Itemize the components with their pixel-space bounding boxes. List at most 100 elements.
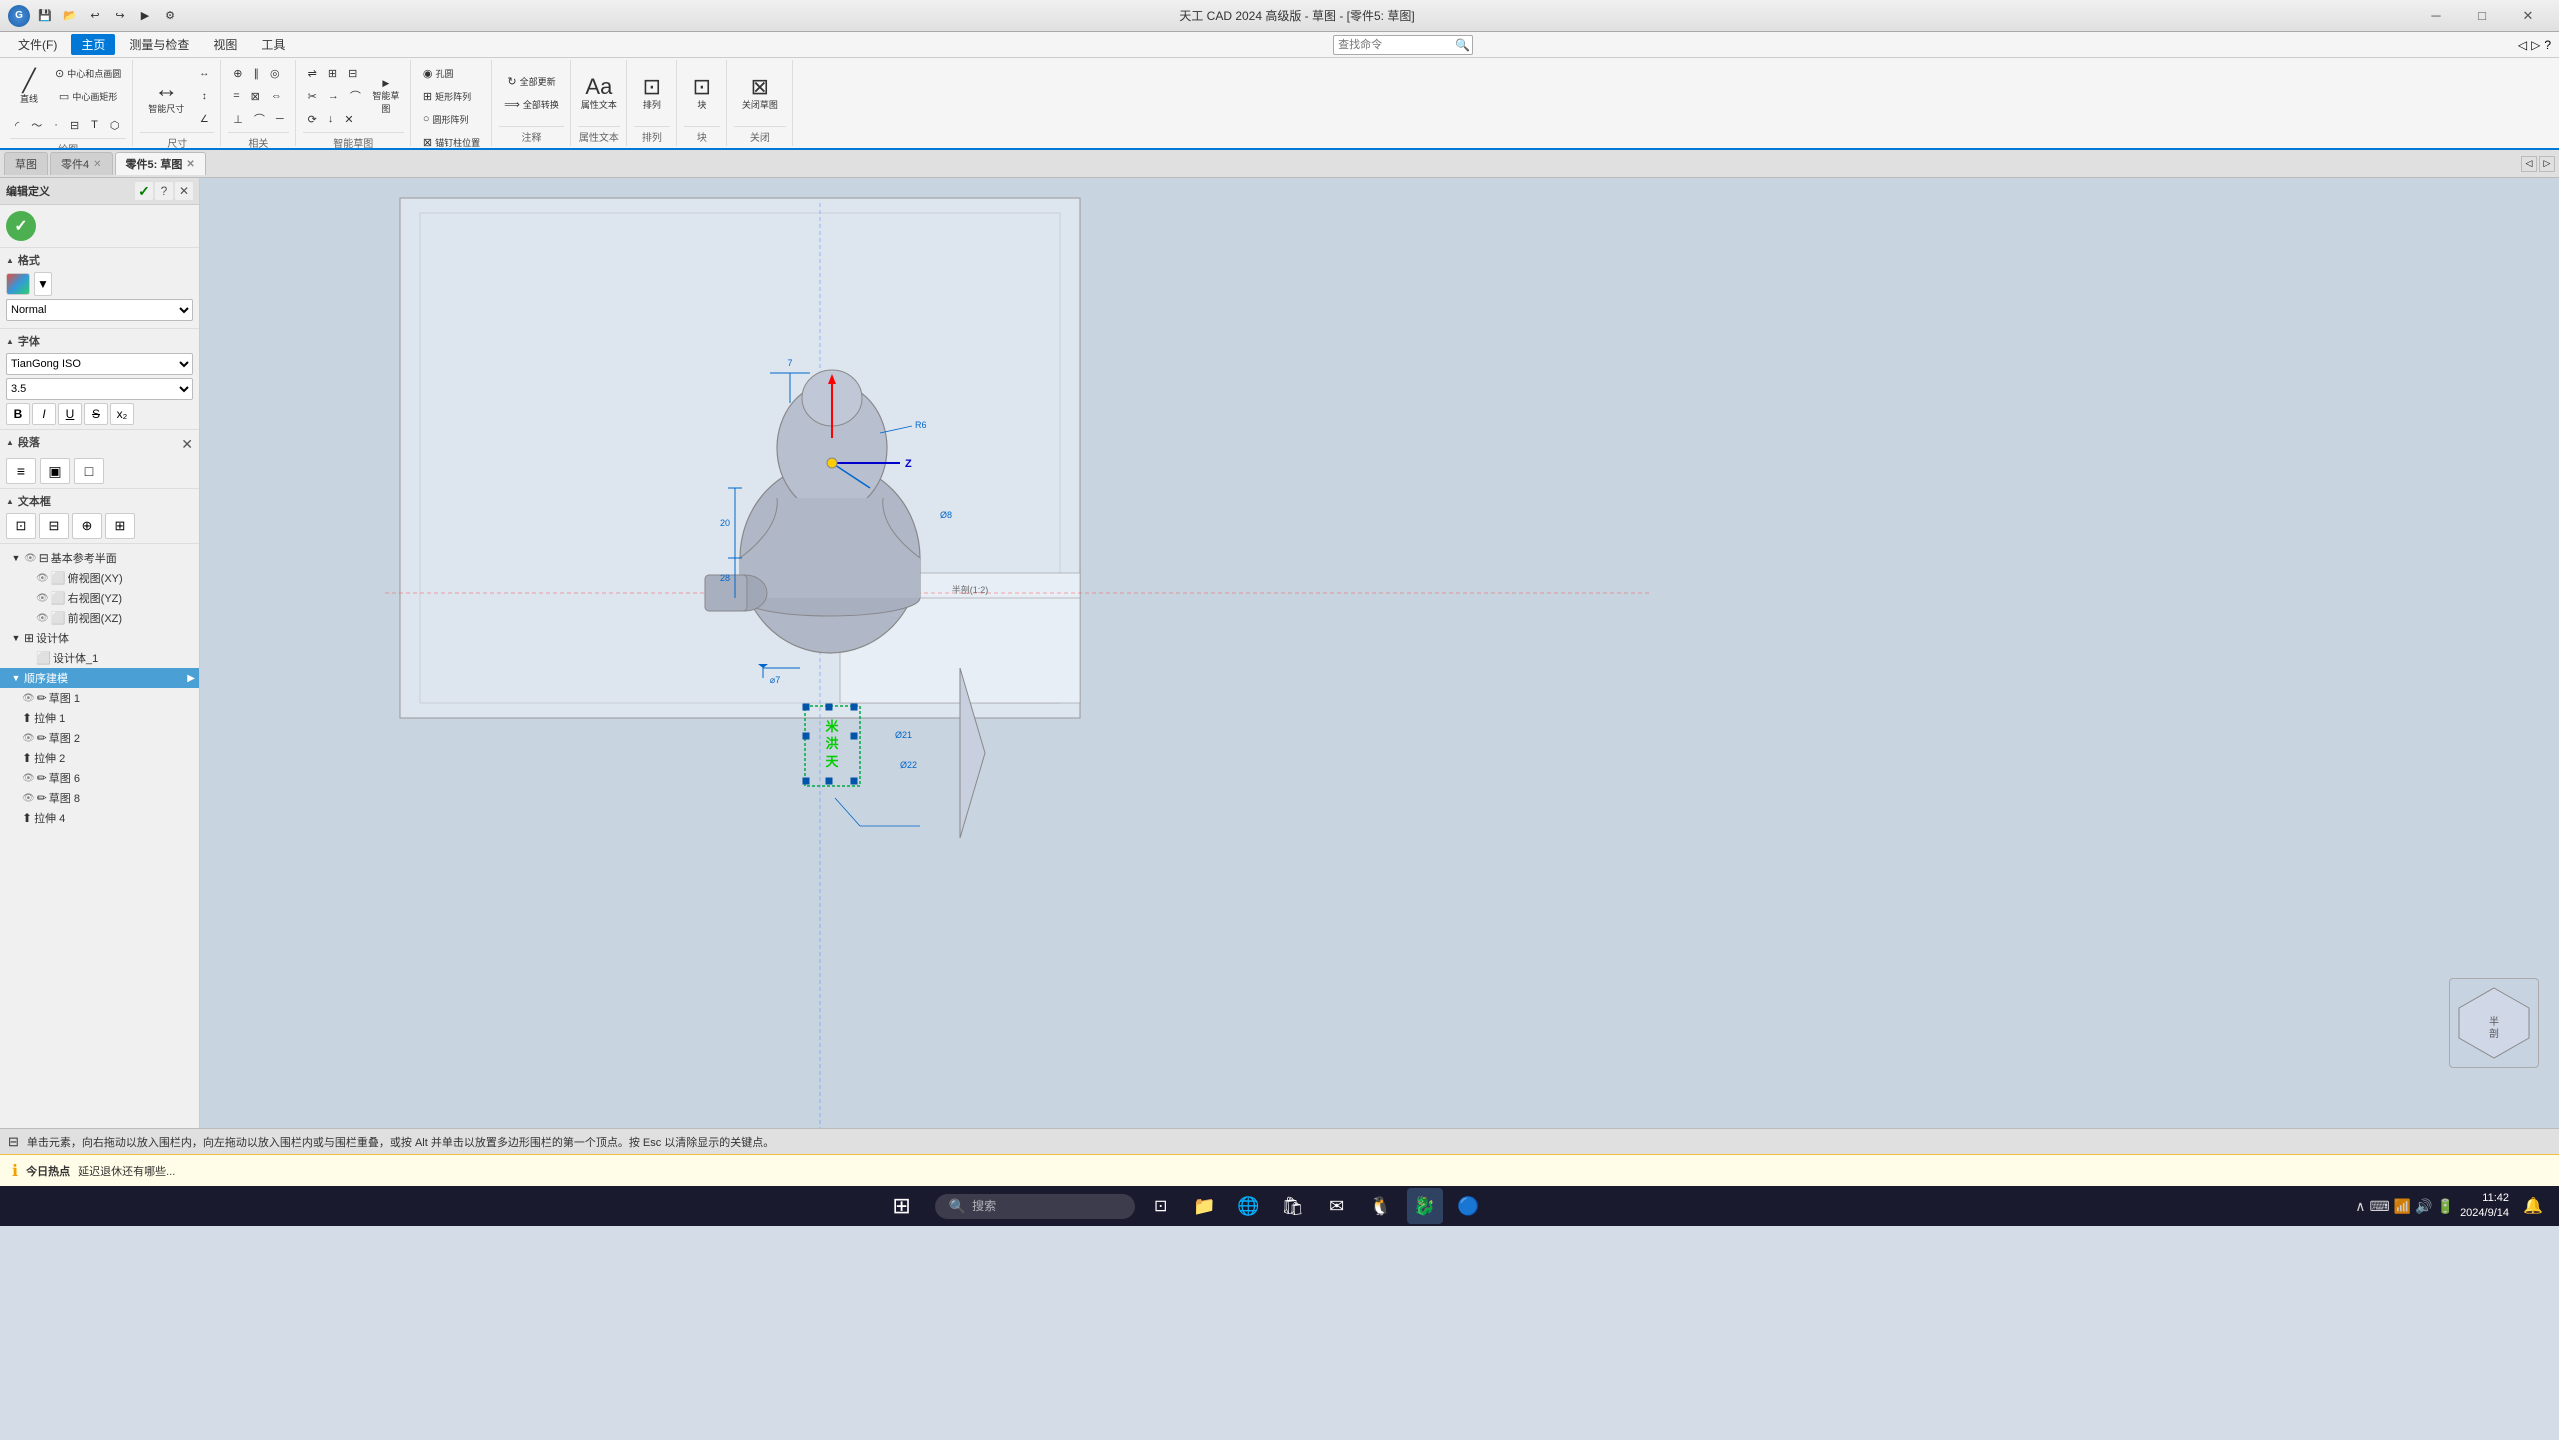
cad-btn[interactable]: 🐉 xyxy=(1407,1188,1443,1224)
network-icon[interactable]: 📶 xyxy=(2394,1198,2411,1215)
convert-all-btn[interactable]: ⟹全部转换 xyxy=(499,94,564,116)
edge-btn[interactable]: 🌐 xyxy=(1231,1188,1267,1224)
tb-btn2[interactable]: ⊟ xyxy=(39,513,69,539)
align-right-btn[interactable]: □ xyxy=(74,458,104,484)
tree-sketch6[interactable]: 👁 ✏ 草图 6 xyxy=(0,768,199,788)
panel-help-btn[interactable]: ? xyxy=(155,182,173,200)
battery-icon[interactable]: 🔋 xyxy=(2437,1198,2454,1215)
line-btn[interactable]: ╱ 直线 xyxy=(10,62,48,112)
help-btn[interactable]: ? xyxy=(2544,38,2551,52)
settings-btn[interactable]: ⚙ xyxy=(159,5,181,27)
prop-text-btn[interactable]: Aa 属性文本 xyxy=(578,64,620,122)
menu-view[interactable]: 视图 xyxy=(203,34,247,55)
tree-design-body1[interactable]: ⬜ 设计体_1 xyxy=(0,648,199,668)
equal-btn[interactable]: = xyxy=(228,85,244,107)
fillet-btn[interactable]: ⌒ xyxy=(345,85,366,107)
font-size-select[interactable]: 3.5 5 7 xyxy=(6,378,193,400)
tree-sketch8[interactable]: 👁 ✏ 草图 8 xyxy=(0,788,199,808)
format-dropdown-btn[interactable]: ▼ xyxy=(34,272,52,296)
textbox-header[interactable]: ▲ 文本框 xyxy=(6,493,193,509)
tree-xy[interactable]: 👁 ⬜ 俯视图(XY) xyxy=(0,568,199,588)
font-family-select[interactable]: TianGong ISO Arial xyxy=(6,353,193,375)
menu-home[interactable]: 主页 xyxy=(71,34,115,55)
sub-btn[interactable]: x₂ xyxy=(110,403,134,425)
dim-ver-btn[interactable]: ↕ xyxy=(194,85,214,107)
confirm-green-btn[interactable]: ✓ xyxy=(6,211,36,241)
tree-sketch2[interactable]: 👁 ✏ 草图 2 xyxy=(0,728,199,748)
tab-next-btn[interactable]: ▷ xyxy=(2539,156,2555,172)
dim-ang-btn[interactable]: ∠ xyxy=(194,108,214,130)
format-select[interactable]: Normal Bold Italic xyxy=(6,299,193,321)
menu-file[interactable]: 文件(F) xyxy=(8,34,67,55)
taskview-btn[interactable]: ⊡ xyxy=(1143,1188,1179,1224)
align-left-btn[interactable]: ≡ xyxy=(6,458,36,484)
extend-btn[interactable]: → xyxy=(323,85,344,107)
save-btn[interactable]: 💾 xyxy=(34,5,56,27)
dim-hor-btn[interactable]: ↔ xyxy=(194,62,214,84)
vs-btn[interactable]: 🔵 xyxy=(1451,1188,1487,1224)
forward-btn[interactable]: ▷ xyxy=(2531,38,2540,52)
intersect-btn[interactable]: ✕ xyxy=(339,108,358,130)
pin-pos-btn[interactable]: ⊠锚钉柱位置 xyxy=(418,131,485,148)
update-all-btn[interactable]: ↻全部更新 xyxy=(499,71,564,93)
tab-part5[interactable]: 零件5: 草图 ✕ xyxy=(115,152,206,175)
tab-part5-close[interactable]: ✕ xyxy=(186,159,194,170)
start-button[interactable]: ⊞ xyxy=(877,1188,927,1224)
redo-btn[interactable]: ↪ xyxy=(109,5,131,27)
tb-btn4[interactable]: ⊞ xyxy=(105,513,135,539)
mail-btn[interactable]: ✉ xyxy=(1319,1188,1355,1224)
project-btn[interactable]: ↓ xyxy=(323,108,339,130)
tab-prev-btn[interactable]: ◁ xyxy=(2521,156,2537,172)
tree-extrude2[interactable]: ⬆ 拉伸 2 xyxy=(0,748,199,768)
smart-dim-btn[interactable]: ↔ 智能尺寸 xyxy=(140,67,192,125)
slot-btn[interactable]: ⊟ xyxy=(65,114,84,136)
underline-btn[interactable]: U xyxy=(58,403,82,425)
tab-part4[interactable]: 零件4 ✕ xyxy=(50,152,113,175)
color-btn[interactable] xyxy=(6,273,30,295)
nav-cube[interactable]: 半 剖 xyxy=(2449,978,2539,1068)
tree-sketch1[interactable]: 👁 ✏ 草图 1 xyxy=(0,688,199,708)
tb-btn1[interactable]: ⊡ xyxy=(6,513,36,539)
taskbar-search-input[interactable] xyxy=(972,1199,1092,1213)
open-btn[interactable]: 📂 xyxy=(59,5,81,27)
trim-btn[interactable]: ✂ xyxy=(303,85,322,107)
circ-array-btn[interactable]: ○圆形阵列 xyxy=(418,108,474,130)
system-clock[interactable]: 11:42 2024/9/14 xyxy=(2460,1191,2509,1222)
close-sketch-btn[interactable]: ⊠ 关闭草图 xyxy=(734,64,786,122)
bold-btn[interactable]: B xyxy=(6,403,30,425)
arrange-btn[interactable]: ⊡ 排列 xyxy=(634,64,670,122)
qq-btn[interactable]: 🐧 xyxy=(1363,1188,1399,1224)
hor-btn[interactable]: ─ xyxy=(271,108,289,130)
tang-btn[interactable]: ⌒ xyxy=(249,108,270,130)
file-manager-btn[interactable]: 📁 xyxy=(1187,1188,1223,1224)
spline-btn[interactable]: 〜 xyxy=(26,114,47,136)
maximize-button[interactable]: □ xyxy=(2459,0,2505,32)
tree-seq-model[interactable]: ▼ 顺序建模 ▶ xyxy=(0,668,199,688)
para-header[interactable]: ▲ 段落 xyxy=(6,434,40,450)
keyboard-icon[interactable]: ⌨ xyxy=(2370,1198,2390,1215)
offset-btn[interactable]: ⊟ xyxy=(343,62,362,84)
coincident-btn[interactable]: ⊕ xyxy=(228,62,247,84)
canvas-area[interactable]: 半剖(1:2) Z xyxy=(200,178,2559,1128)
circle-center-btn[interactable]: ⊙中心和点画圆 xyxy=(50,62,126,84)
strikethrough-btn[interactable]: S xyxy=(84,403,108,425)
perp-btn[interactable]: ⊥ xyxy=(228,108,248,130)
search-input[interactable] xyxy=(1333,35,1473,55)
italic-btn[interactable]: I xyxy=(32,403,56,425)
menu-measure[interactable]: 测量与检查 xyxy=(119,34,199,55)
fix-btn[interactable]: ⊠ xyxy=(246,85,265,107)
rect-center-btn[interactable]: ▭中心画矩形 xyxy=(50,85,126,107)
tree-extrude4[interactable]: ⬆ 拉伸 4 xyxy=(0,808,199,828)
point-btn[interactable]: · xyxy=(49,114,63,136)
back-btn[interactable]: ◁ xyxy=(2518,38,2527,52)
concentric-btn[interactable]: ◎ xyxy=(265,62,285,84)
tb-btn3[interactable]: ⊕ xyxy=(72,513,102,539)
tree-extrude1[interactable]: ⬆ 拉伸 1 xyxy=(0,708,199,728)
polygon-btn[interactable]: ⬡ xyxy=(105,114,125,136)
notification-btn[interactable]: 🔔 xyxy=(2515,1188,2551,1224)
font-header[interactable]: ▲ 字体 xyxy=(6,333,193,349)
symm-btn[interactable]: ⇔ xyxy=(266,85,287,107)
run-btn[interactable]: ▶ xyxy=(134,5,156,27)
panel-close-btn[interactable]: ✕ xyxy=(175,182,193,200)
hole-btn[interactable]: ◉孔圆 xyxy=(418,62,459,84)
